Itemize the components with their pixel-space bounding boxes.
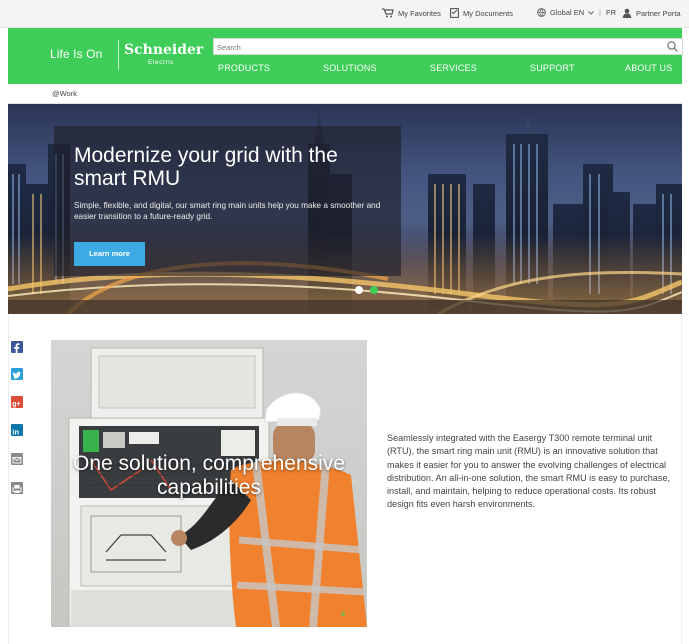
partner-portal-label: Partner Porta bbox=[636, 8, 681, 18]
language-label: FR bbox=[606, 8, 616, 17]
product-description: Seamlessly integrated with the Easergy T… bbox=[387, 433, 671, 510]
product-image: S One solution, comprehensive capabiliti… bbox=[51, 340, 367, 627]
region-selector[interactable]: Global EN bbox=[537, 8, 595, 17]
tagline: Life Is On bbox=[50, 47, 103, 61]
logo-divider bbox=[118, 40, 119, 70]
life-is-on-logo[interactable]: Life Is On bbox=[50, 47, 102, 61]
carousel-dot-1[interactable] bbox=[355, 286, 363, 294]
nav-about-us[interactable]: ABOUT US bbox=[625, 63, 672, 73]
print-icon[interactable] bbox=[11, 482, 23, 494]
partner-portal-link[interactable]: Partner Porta bbox=[622, 8, 681, 18]
nav-products[interactable]: PRODUCTS bbox=[218, 63, 270, 73]
site-header: Life Is On Schneider Electric PRODUCTS S… bbox=[8, 28, 683, 84]
twitter-icon[interactable] bbox=[11, 368, 23, 380]
nav-services[interactable]: SERVICES bbox=[430, 63, 477, 73]
my-documents-link[interactable]: My Documents bbox=[450, 8, 513, 18]
schneider-logo-sub: Electric bbox=[148, 59, 175, 66]
user-icon bbox=[622, 8, 632, 18]
my-favorites-label: My Favorites bbox=[398, 8, 441, 18]
svg-text:g+: g+ bbox=[12, 401, 20, 408]
globe-icon bbox=[537, 8, 546, 17]
carousel-dot-2[interactable] bbox=[370, 286, 378, 294]
language-fr-link[interactable]: FR bbox=[606, 8, 616, 17]
hero-title: Modernize your grid with the smart RMU bbox=[74, 144, 338, 190]
nav-support[interactable]: SUPPORT bbox=[530, 63, 575, 73]
hero-banner: Modernize your grid with the smart RMU S… bbox=[8, 104, 682, 314]
search-box[interactable] bbox=[213, 38, 683, 55]
utility-bar: My Favorites My Documents Global EN | FR… bbox=[0, 0, 689, 28]
my-favorites-link[interactable]: My Favorites bbox=[382, 8, 441, 18]
hero-description: Simple, flexible, and digital, our smart… bbox=[74, 201, 381, 221]
svg-text:in: in bbox=[12, 427, 19, 436]
cart-icon bbox=[382, 8, 394, 18]
document-icon bbox=[450, 8, 459, 18]
search-icon[interactable] bbox=[667, 41, 678, 52]
separator: | bbox=[599, 8, 601, 17]
breadcrumb-bar: @Work bbox=[8, 84, 682, 104]
breadcrumb[interactable]: @Work bbox=[52, 89, 77, 98]
my-documents-label: My Documents bbox=[463, 8, 514, 18]
facebook-icon[interactable] bbox=[11, 341, 23, 354]
nav-solutions[interactable]: SOLUTIONS bbox=[323, 63, 377, 73]
product-overlay-heading: One solution, comprehensive capabilities bbox=[73, 452, 345, 499]
region-label: Global EN bbox=[550, 8, 585, 17]
learn-more-button[interactable]: Learn more bbox=[74, 242, 145, 266]
email-icon[interactable] bbox=[11, 453, 23, 465]
schneider-logo[interactable]: Schneider bbox=[124, 43, 203, 57]
chevron-down-icon bbox=[588, 10, 595, 15]
search-input[interactable] bbox=[217, 41, 657, 53]
google-plus-icon[interactable]: g+ bbox=[11, 396, 23, 408]
svg-text:S: S bbox=[341, 612, 345, 618]
linkedin-icon[interactable]: in bbox=[11, 424, 23, 436]
hero-text-panel: Modernize your grid with the smart RMU S… bbox=[54, 126, 401, 276]
